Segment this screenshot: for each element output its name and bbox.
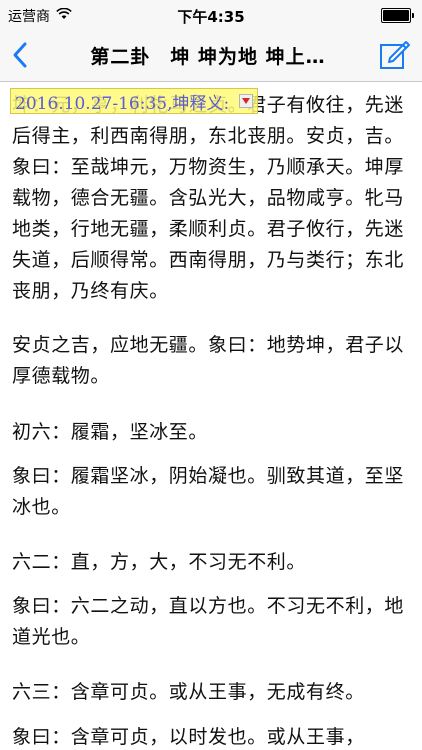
battery-icon — [381, 8, 411, 23]
note-tag[interactable]: 2016.10.27-16:35,坤释义: — [10, 88, 259, 114]
paragraph: 坤：元，亨，利牝马之贞。君子有攸往，先迷后得主，利西南得朋，东北丧朋。安贞，吉。… — [12, 94, 405, 302]
paragraph: 象曰：含章可贞，以时发也。或从王事， — [12, 726, 365, 748]
paragraph: 六二：直，方，大，不习无不利。 — [12, 551, 307, 573]
reading-content[interactable]: 坤：元，亨，利牝马之贞。君子有攸往，先迷后得主，利西南得朋，东北丧朋。安贞，吉。… — [0, 82, 422, 750]
paragraph: 安贞之吉，应地无疆。象曰：地势坤，君子以厚德载物。 — [12, 334, 405, 387]
chevron-left-icon — [13, 42, 27, 68]
paragraph: 六三：含章可贞。或从王事，无成有终。 — [12, 681, 365, 703]
status-bar: 运营商 下午4:35 — [0, 0, 422, 30]
battery-indicator — [381, 8, 414, 23]
note-label: 2016.10.27-16:35,坤释义: — [15, 93, 230, 114]
back-button[interactable] — [8, 40, 34, 70]
dropdown-arrow-icon[interactable] — [239, 94, 254, 108]
navigation-bar: 第二卦 坤 坤为地 坤上… — [0, 30, 422, 82]
page-title: 第二卦 坤 坤为地 坤上… — [90, 46, 326, 68]
paragraph: 象曰：六二之动，直以方也。不习无不利，地道光也。 — [12, 595, 405, 648]
battery-level — [383, 10, 409, 21]
paragraph: 初六：履霜，坚冰至。 — [12, 421, 209, 443]
status-time: 下午4:35 — [177, 8, 245, 26]
paragraph: 象曰：履霜坚冰，阴始凝也。驯致其道，至坚冰也。 — [12, 465, 405, 518]
compose-icon — [380, 41, 410, 69]
edit-button[interactable] — [378, 38, 412, 72]
